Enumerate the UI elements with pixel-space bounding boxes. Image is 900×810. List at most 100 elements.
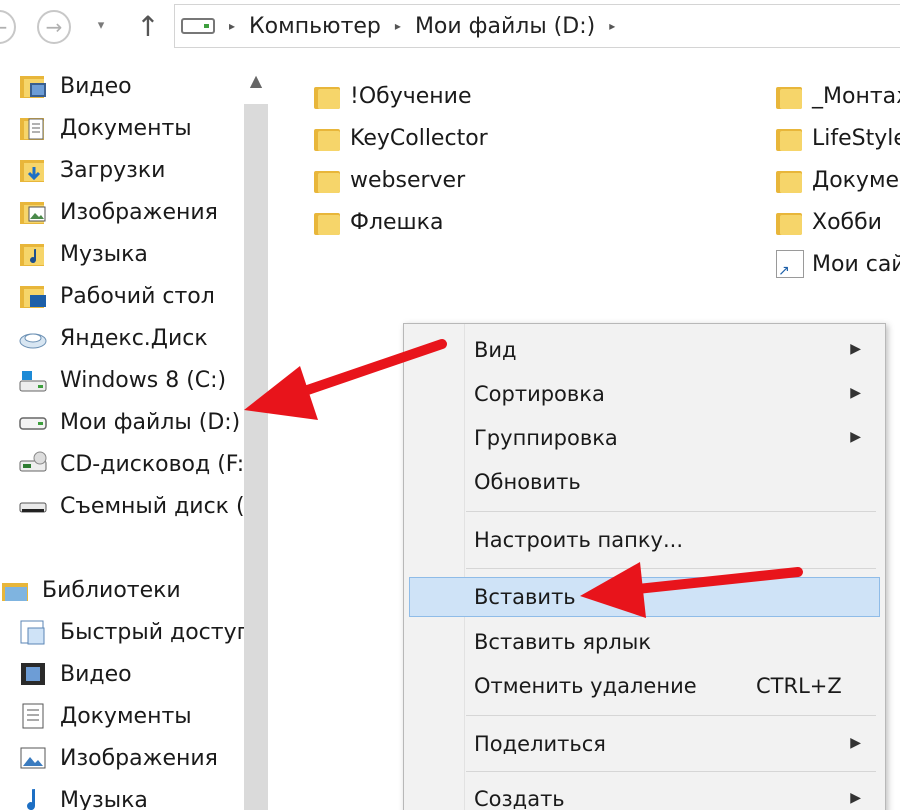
menu-separator — [466, 511, 876, 512]
hard-drive-icon — [19, 417, 47, 430]
address-bar[interactable]: ▸ Компьютер ▸ Мои файлы (D:) ▸ — [174, 4, 900, 48]
list-item[interactable]: webserver — [314, 160, 465, 200]
sidebar-item-pictures-library[interactable]: Изображения — [18, 738, 218, 778]
menu-item-group[interactable]: Группировка ▶ — [404, 419, 885, 459]
menu-item-view[interactable]: Вид ▶ — [404, 331, 885, 371]
submenu-arrow-icon: ▶ — [850, 385, 861, 401]
sidebar-item-label: Съемный диск (. — [60, 493, 252, 519]
sidebar-item-removable-drive[interactable]: Съемный диск (. — [18, 486, 252, 526]
documents-library-icon — [22, 703, 44, 729]
downloads-folder-icon — [20, 160, 44, 182]
chevron-up-icon: ▲ — [249, 70, 263, 90]
folder-icon — [314, 125, 342, 151]
menu-item-shortcut: CTRL+Z — [756, 674, 842, 698]
documents-folder-icon — [20, 118, 44, 140]
sidebar-scrollbar[interactable]: ▲ — [242, 64, 270, 810]
list-item[interactable]: Докумен — [776, 160, 900, 200]
sidebar-item-documents-library[interactable]: Документы — [18, 696, 192, 736]
sidebar-item-label: Музыка — [60, 241, 148, 267]
menu-item-refresh[interactable]: Обновить — [404, 463, 885, 503]
folder-icon — [776, 83, 804, 109]
file-name: webserver — [350, 167, 466, 193]
scroll-thumb[interactable] — [244, 104, 268, 810]
sidebar-item-label: Библиотеки — [42, 577, 181, 603]
sidebar-item-cd-drive[interactable]: CD-дисковод (F: — [18, 444, 244, 484]
menu-item-label: Создать — [474, 787, 565, 810]
menu-item-label: Отменить удаление — [474, 674, 697, 698]
file-name: KeyCollector — [350, 125, 488, 151]
file-name: _Монтаж — [812, 83, 900, 109]
sidebar-item-libraries[interactable]: Библиотеки — [0, 570, 181, 610]
menu-item-paste[interactable]: Вставить — [409, 577, 880, 617]
folder-icon — [776, 125, 804, 151]
scroll-up-button[interactable]: ▲ — [242, 64, 270, 96]
folder-icon — [776, 167, 804, 193]
sidebar-item-yandex-disk[interactable]: Яндекс.Диск — [18, 318, 208, 358]
context-menu: Вид ▶ Сортировка ▶ Группировка ▶ Обновит… — [403, 323, 886, 810]
sidebar-item-drive-c[interactable]: Windows 8 (C:) — [18, 360, 226, 400]
sidebar-item-downloads[interactable]: Загрузки — [18, 150, 165, 190]
sidebar-item-pictures[interactable]: Изображения — [18, 192, 218, 232]
breadcrumb-separator-icon[interactable]: ▸ — [395, 19, 401, 33]
windows-drive-icon — [19, 371, 47, 392]
menu-item-share[interactable]: Поделиться ▶ — [404, 725, 885, 765]
sidebar-item-label: Загрузки — [60, 157, 166, 183]
sidebar-item-label: Видео — [60, 73, 132, 99]
back-button[interactable]: ← — [0, 10, 16, 44]
drive-icon — [181, 18, 215, 34]
up-button[interactable]: ↑ — [132, 8, 164, 44]
list-item[interactable]: Хобби — [776, 202, 882, 242]
sidebar-item-label: Яндекс.Диск — [60, 325, 208, 351]
file-name: Мои сай — [812, 251, 900, 277]
sidebar-item-drive-d[interactable]: Мои файлы (D:) — [18, 402, 241, 442]
sidebar-item-music[interactable]: Музыка — [18, 234, 148, 274]
list-item[interactable]: Мои сай — [776, 244, 900, 284]
menu-item-label: Вид — [474, 338, 517, 362]
yandex-disk-icon — [19, 333, 47, 349]
sidebar-item-label: Изображения — [60, 745, 218, 771]
folder-icon — [776, 209, 804, 235]
folder-icon — [314, 167, 342, 193]
shortcut-icon — [776, 250, 804, 279]
menu-item-customize-folder[interactable]: Настроить папку... — [404, 521, 885, 561]
sidebar-item-video-library[interactable]: Видео — [18, 654, 132, 694]
sidebar-item-music-library[interactable]: Музыка — [18, 780, 148, 810]
breadcrumb-separator-icon[interactable]: ▸ — [229, 19, 235, 33]
file-name: Хобби — [812, 209, 882, 235]
sidebar-item-desktop[interactable]: Рабочий стол — [18, 276, 215, 316]
file-name: Флешка — [350, 209, 444, 235]
menu-item-label: Сортировка — [474, 382, 605, 406]
music-library-icon — [27, 789, 36, 810]
folder-icon — [314, 83, 342, 109]
sidebar-item-quick-access[interactable]: Быстрый доступ — [18, 612, 251, 652]
navigation-bar: ← → ▾ ↑ ▸ Компьютер ▸ Мои файлы (D:) ▸ — [0, 0, 900, 52]
forward-button[interactable]: → — [37, 10, 71, 44]
menu-item-sort[interactable]: Сортировка ▶ — [404, 375, 885, 415]
submenu-arrow-icon: ▶ — [850, 429, 861, 445]
sidebar-item-label: Видео — [60, 661, 132, 687]
breadcrumb-separator-icon[interactable]: ▸ — [609, 19, 615, 33]
list-item[interactable]: KeyCollector — [314, 118, 488, 158]
sidebar-item-video[interactable]: Видео — [18, 66, 132, 106]
menu-separator — [466, 568, 876, 569]
breadcrumb-drive-d[interactable]: Мои файлы (D:) — [415, 14, 595, 39]
menu-item-new[interactable]: Создать ▶ — [404, 780, 885, 810]
up-arrow-icon: ↑ — [136, 9, 160, 43]
menu-item-paste-shortcut[interactable]: Вставить ярлык — [404, 623, 885, 663]
menu-item-label: Обновить — [474, 470, 581, 494]
list-item[interactable]: !Обучение — [314, 76, 471, 116]
video-library-icon — [21, 663, 45, 685]
menu-item-undo-delete[interactable]: Отменить удаление CTRL+Z — [404, 667, 885, 707]
desktop-folder-icon — [20, 286, 46, 308]
sidebar-item-documents[interactable]: Документы — [18, 108, 192, 148]
recent-locations-dropdown[interactable]: ▾ — [92, 16, 110, 34]
list-item[interactable]: Флешка — [314, 202, 443, 242]
list-item[interactable]: LifeStyle — [776, 118, 900, 158]
menu-item-label: Вставить — [474, 585, 576, 609]
breadcrumb-computer[interactable]: Компьютер — [249, 14, 381, 39]
music-folder-icon — [20, 244, 44, 266]
file-name: LifeStyle — [812, 125, 900, 151]
list-item[interactable]: _Монтаж — [776, 76, 900, 116]
menu-item-label: Группировка — [474, 426, 618, 450]
sidebar-item-label: Мои файлы (D:) — [60, 409, 241, 435]
